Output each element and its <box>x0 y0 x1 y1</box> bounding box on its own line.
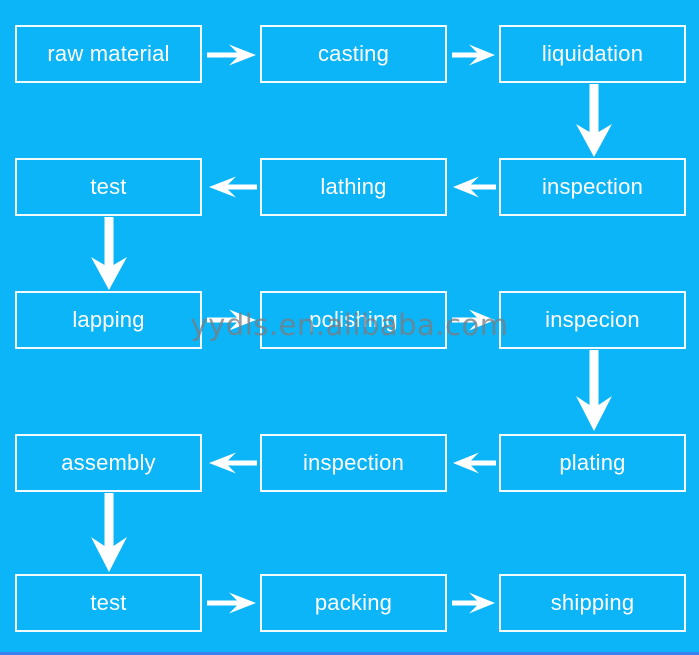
arrow-down-icon-inspecion-to-plating <box>575 350 613 432</box>
flow-node-test-2[interactable]: test <box>15 574 202 632</box>
arrow-left-icon-inspection-to-lathing <box>451 176 497 198</box>
arrow-down-icon-test-to-lapping <box>90 217 128 291</box>
flow-node-label: inspection <box>302 450 405 475</box>
flow-node-lathing[interactable]: lathing <box>260 158 447 216</box>
arrow-left-icon-lathing-to-test <box>206 176 258 198</box>
arrow-right-icon-raw-material-to-casting <box>207 44 257 66</box>
arrow-down-icon-liquidation-to-inspection <box>575 84 613 158</box>
arrow-right-icon-casting-to-liquidation <box>452 44 496 66</box>
flow-node-liquidation[interactable]: liquidation <box>499 25 686 83</box>
flow-node-label: plating <box>559 450 626 475</box>
flow-node-inspection-1[interactable]: inspection <box>499 158 686 216</box>
flow-node-label: raw material <box>47 41 170 66</box>
flow-node-label: shipping <box>550 590 635 615</box>
flow-node-assembly[interactable]: assembly <box>15 434 202 492</box>
flow-node-shipping[interactable]: shipping <box>499 574 686 632</box>
process-flowchart: raw material casting liquidation test la… <box>0 0 699 655</box>
flow-node-plating[interactable]: plating <box>499 434 686 492</box>
flow-node-label: liquidation <box>541 41 644 66</box>
flow-node-packing[interactable]: packing <box>260 574 447 632</box>
flow-node-casting[interactable]: casting <box>260 25 447 83</box>
flow-node-label: test <box>90 590 127 615</box>
flow-node-label: packing <box>314 590 393 615</box>
flow-node-label: test <box>90 174 127 199</box>
flow-node-label: casting <box>317 41 390 66</box>
arrow-left-icon-plating-to-inspection <box>451 452 497 474</box>
arrow-right-icon-test-to-packing <box>207 592 257 614</box>
arrow-left-icon-inspection-to-assembly <box>206 452 258 474</box>
flow-node-raw-material[interactable]: raw material <box>15 25 202 83</box>
arrow-down-icon-assembly-to-test <box>90 493 128 573</box>
flow-node-label: assembly <box>61 450 156 475</box>
arrow-right-icon-packing-to-shipping <box>452 592 496 614</box>
flow-node-test-1[interactable]: test <box>15 158 202 216</box>
watermark-text: yydls.en.alibaba.com <box>190 308 509 342</box>
flow-node-inspection-2[interactable]: inspection <box>260 434 447 492</box>
flow-node-label: inspection <box>541 174 644 199</box>
flow-node-label: lathing <box>320 174 387 199</box>
